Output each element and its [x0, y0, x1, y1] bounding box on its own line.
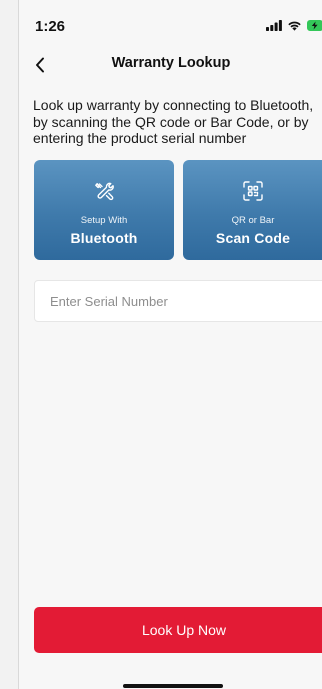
tile-main-label: Scan Code — [215, 230, 291, 246]
nav-bar: Warranty Lookup — [19, 50, 322, 80]
scan-code-icon — [183, 180, 322, 202]
scan-code-tile[interactable]: QR or Bar Scan Code — [183, 160, 322, 260]
serial-number-field — [34, 280, 322, 322]
status-bar: 1:26 — [19, 0, 322, 52]
description-text: Look up warranty by connecting to Blueto… — [33, 97, 314, 146]
serial-number-input[interactable] — [35, 281, 322, 321]
wifi-icon — [288, 21, 301, 31]
tools-icon — [34, 180, 174, 204]
tile-sub-label: Setup With — [80, 215, 128, 226]
status-icons — [266, 20, 322, 31]
app-screen: 1:26 Warranty Lookup Look up warranty by… — [18, 0, 322, 689]
tile-main-label: Bluetooth — [70, 230, 138, 246]
page-title: Warranty Lookup — [111, 55, 231, 71]
bluetooth-setup-tile[interactable]: Setup With Bluetooth — [34, 160, 174, 260]
tile-sub-label: QR or Bar — [231, 215, 275, 226]
look-up-now-button[interactable]: Look Up Now — [34, 607, 322, 653]
home-indicator — [123, 684, 223, 688]
status-time: 1:26 — [35, 18, 66, 35]
battery-charging-icon — [307, 20, 322, 31]
signal-icon — [266, 20, 282, 31]
